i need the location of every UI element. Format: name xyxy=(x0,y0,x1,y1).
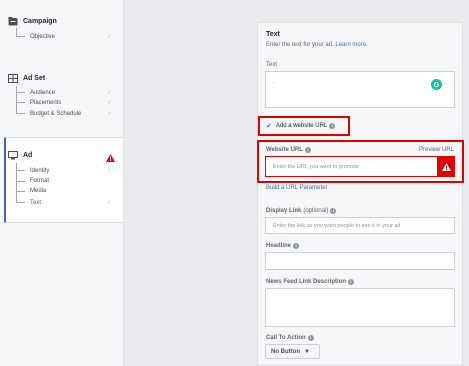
info-icon: i xyxy=(348,279,355,285)
sidebar-item-label: Format xyxy=(30,178,50,184)
campaign-header[interactable]: Campaign xyxy=(8,17,57,26)
warning-icon xyxy=(106,149,115,167)
content-gutter xyxy=(124,0,257,366)
sidebar-item-text[interactable]: Text ✓ xyxy=(16,199,120,206)
checkmark-icon: ✓ xyxy=(106,168,112,174)
headline-label-text: Headline xyxy=(266,243,292,249)
add-website-label: Add a website URL xyxy=(275,123,328,129)
sidebar-item-label: Budget & Schedule xyxy=(30,110,82,117)
info-icon: i xyxy=(330,208,337,214)
build-url-parameter-link[interactable]: Build a URL Parameter xyxy=(266,185,327,191)
call-to-action-label: Call To Action i xyxy=(266,335,314,341)
grid-icon xyxy=(8,74,18,83)
info-icon: i xyxy=(293,243,300,249)
tree-branch xyxy=(16,190,25,192)
learn-more-link[interactable]: Learn more. xyxy=(335,42,367,48)
sidebar-item-audience[interactable]: Audience ✓ xyxy=(16,89,120,96)
section-title: Text xyxy=(266,31,280,38)
info-icon: i xyxy=(307,335,314,341)
checkmark-icon: ✓ xyxy=(106,34,112,40)
website-url-label-text: Website URL xyxy=(266,147,303,153)
preview-url-link[interactable]: Preview URL xyxy=(419,147,454,153)
news-feed-description-textarea[interactable] xyxy=(265,288,455,327)
website-url-label: Website URL i xyxy=(266,147,311,153)
headline-label: Headline i xyxy=(266,243,300,249)
checkmark-icon: ✓ xyxy=(106,100,112,106)
section-description: Enter the text for your ad. Learn more. xyxy=(266,42,368,48)
tree-branch xyxy=(16,36,25,37)
display-link-placeholder: Enter the link as you want people to see… xyxy=(273,223,401,229)
chevron-down-icon: ▼ xyxy=(304,348,310,355)
ad-label: Ad xyxy=(23,152,33,159)
checkbox-checked-icon: ✓ xyxy=(266,123,272,130)
tree-branch xyxy=(16,202,25,203)
sidebar-item-objective[interactable]: Objective ✓ xyxy=(16,33,120,40)
sidebar-item-placements[interactable]: Placements ✓ xyxy=(16,99,120,106)
text-value: - xyxy=(273,80,275,86)
text-field-label: Text xyxy=(266,62,278,68)
error-warning-icon xyxy=(437,156,455,177)
sidebar-item-budget-schedule[interactable]: Budget & Schedule ✓ xyxy=(16,110,120,117)
tree-branch xyxy=(16,113,25,114)
tree-branch xyxy=(16,180,25,182)
website-url-placeholder: Enter the URL you want to promote xyxy=(273,164,360,170)
sidebar-item-label: Identity xyxy=(30,167,50,174)
tree-branch xyxy=(16,92,25,93)
grammarly-icon[interactable]: G xyxy=(431,77,442,95)
monitor-icon xyxy=(8,151,18,160)
display-link-input[interactable]: Enter the link as you want people to see… xyxy=(265,217,455,234)
text-textarea[interactable]: - G xyxy=(265,71,455,108)
cta-selected-value: No Button xyxy=(271,348,300,355)
adset-header[interactable]: Ad Set xyxy=(8,74,45,83)
news-feed-description-label: News Feed Link Description i xyxy=(266,279,355,285)
campaign-label: Campaign xyxy=(23,18,57,25)
svg-text:G: G xyxy=(434,82,440,89)
checkmark-icon: ✓ xyxy=(106,90,112,96)
headline-input[interactable] xyxy=(265,252,455,270)
optional-tag: (optional) xyxy=(303,208,329,214)
info-icon: i xyxy=(304,147,311,153)
left-sidebar: Campaign Objective ✓ Ad Set Audience ✓ P… xyxy=(0,0,124,366)
adset-label: Ad Set xyxy=(23,75,46,82)
tree-branch xyxy=(16,170,25,171)
sidebar-item-label: Objective xyxy=(30,33,56,40)
checkmark-icon: ✓ xyxy=(106,200,112,206)
display-link-label-text: Display Link xyxy=(266,208,302,214)
folder-icon xyxy=(8,17,18,26)
sidebar-item-label: Media xyxy=(30,188,47,194)
add-website-checkbox[interactable]: ✓ Add a website URL i xyxy=(266,122,336,130)
ad-header[interactable]: Ad xyxy=(8,151,32,160)
news-feed-label-text: News Feed Link Description xyxy=(266,279,347,285)
sidebar-item-identity[interactable]: Identity ✓ xyxy=(16,167,120,174)
sidebar-item-label: Audience xyxy=(30,89,56,96)
sidebar-item-label: Text xyxy=(30,199,42,206)
info-icon: i xyxy=(329,123,336,129)
sidebar-item-label: Placements xyxy=(30,99,62,106)
checkmark-icon: ✓ xyxy=(106,111,112,117)
text-settings-panel: Text Enter the text for your ad. Learn m… xyxy=(257,22,464,366)
description-text: Enter the text for your ad. xyxy=(266,42,334,48)
website-url-input[interactable]: Enter the URL you want to promote xyxy=(265,156,455,177)
tree-branch xyxy=(16,102,25,103)
sidebar-item-media[interactable]: Media xyxy=(16,188,120,194)
call-to-action-dropdown[interactable]: No Button ▼ xyxy=(265,344,320,359)
sidebar-item-format[interactable]: Format xyxy=(16,178,120,184)
display-link-label: Display Link (optional) i xyxy=(266,208,337,214)
cta-label-text: Call To Action xyxy=(266,335,306,341)
